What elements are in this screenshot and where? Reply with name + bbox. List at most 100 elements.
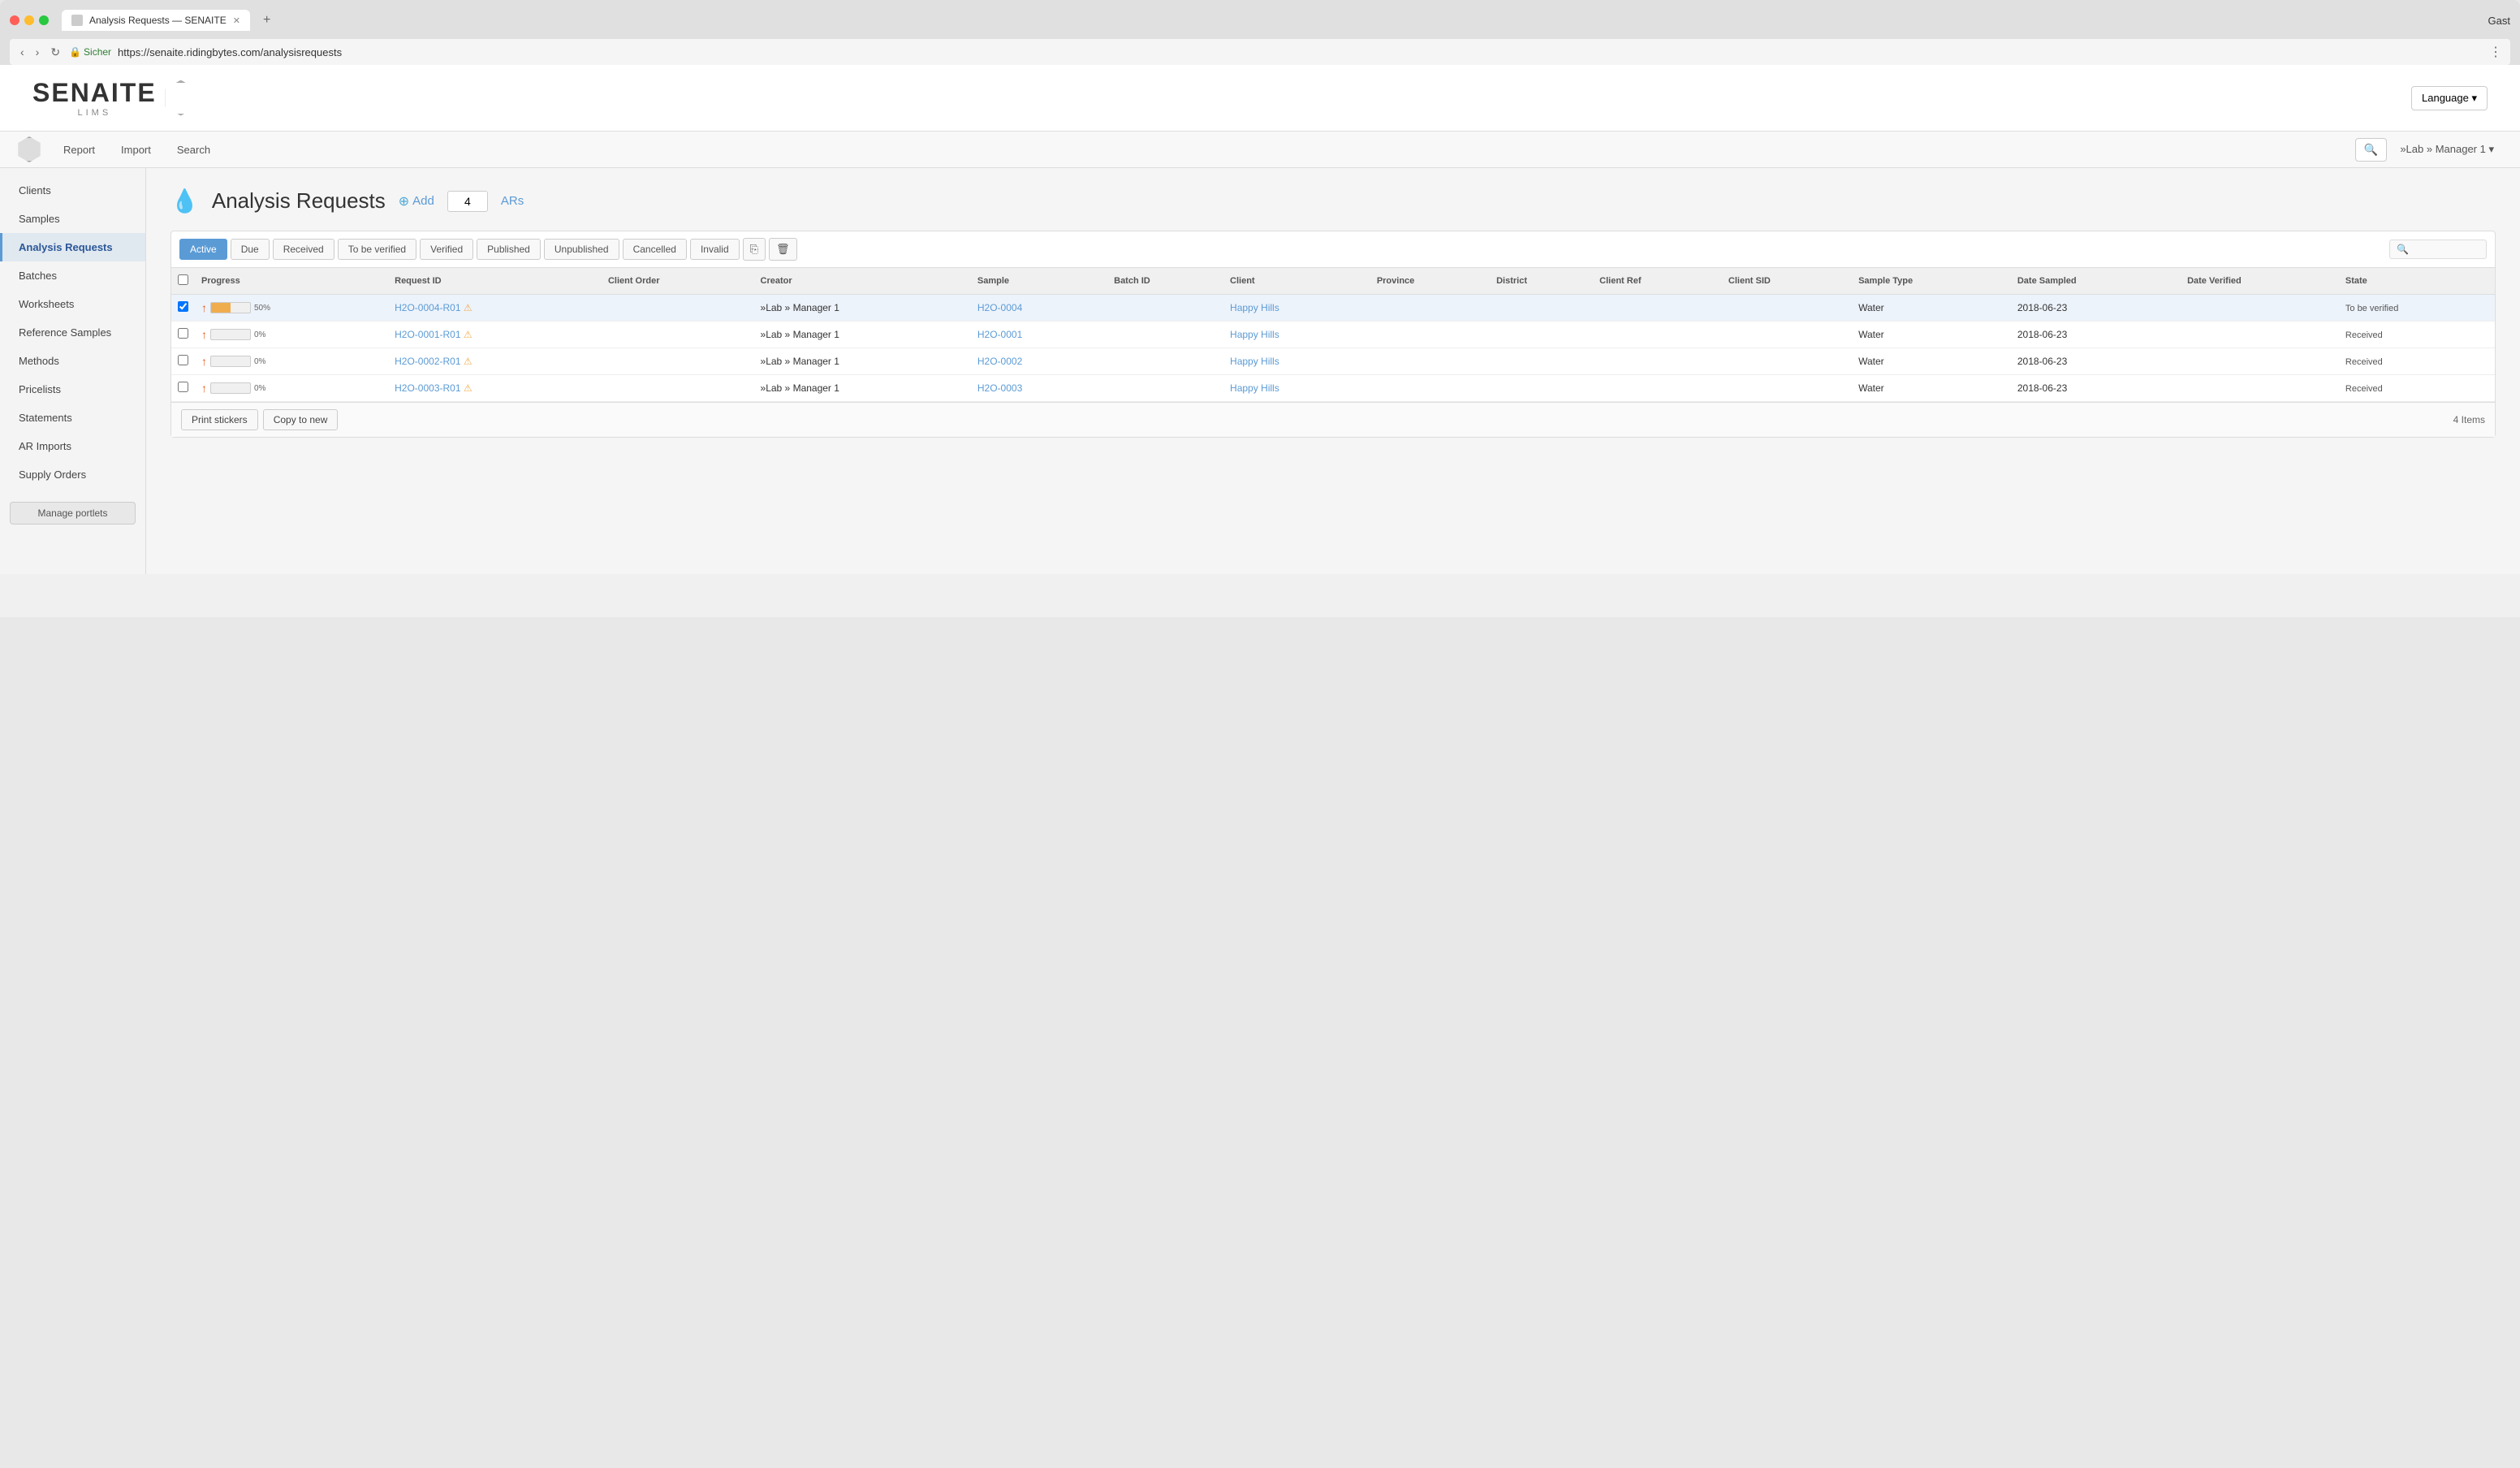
nav-user-menu[interactable]: »Lab » Manager 1 ▾ — [2390, 138, 2504, 161]
tab-received[interactable]: Received — [273, 239, 334, 260]
col-client-sid: Client SID — [1722, 268, 1852, 295]
priority-icon: ↑ — [201, 301, 207, 314]
sidebar-item-worksheets[interactable]: Worksheets — [0, 290, 145, 318]
sample-link[interactable]: H2O-0002 — [977, 356, 1022, 367]
select-all-header[interactable] — [171, 268, 195, 295]
row-checkbox-3[interactable] — [178, 382, 188, 392]
main-layout: Clients Samples Analysis Requests Batche… — [0, 168, 2520, 574]
row-province-cell — [1370, 375, 1490, 402]
page-title: Analysis Requests — [212, 188, 386, 214]
row-batch-id-cell — [1107, 295, 1223, 322]
sample-link[interactable]: H2O-0001 — [977, 329, 1022, 340]
copy-to-new-btn[interactable]: Copy to new — [263, 409, 339, 430]
client-link[interactable]: Happy Hills — [1230, 329, 1279, 340]
print-stickers-btn[interactable]: Print stickers — [181, 409, 258, 430]
sidebar-item-methods[interactable]: Methods — [0, 347, 145, 375]
row-date-sampled-cell: 2018-06-23 — [2011, 295, 2181, 322]
row-request-id-cell: H2O-0004-R01 ⚠ — [388, 295, 602, 322]
progress-bar-outer — [210, 329, 251, 340]
row-client-order-cell — [602, 375, 754, 402]
row-progress-cell: ↑ 0% — [195, 348, 388, 375]
maximize-window-btn[interactable] — [39, 15, 49, 25]
select-all-checkbox[interactable] — [178, 274, 188, 285]
sidebar-item-ar-imports[interactable]: AR Imports — [0, 432, 145, 460]
logo-area: SENAITE LIMS — [32, 78, 199, 118]
ar-count-input[interactable] — [447, 191, 488, 212]
sidebar-item-batches[interactable]: Batches — [0, 261, 145, 290]
reload-btn[interactable]: ↻ — [48, 45, 63, 59]
browser-menu-icon[interactable]: ⋮ — [2489, 44, 2502, 60]
row-checkbox-1[interactable] — [178, 328, 188, 339]
secure-label: Sicher — [84, 46, 111, 58]
request-id-link[interactable]: H2O-0003-R01 — [395, 382, 460, 394]
client-link[interactable]: Happy Hills — [1230, 302, 1279, 313]
tab-to-be-verified[interactable]: To be verified — [338, 239, 416, 260]
url-text[interactable]: https://senaite.ridingbytes.com/analysis… — [118, 46, 342, 58]
client-link[interactable]: Happy Hills — [1230, 382, 1279, 394]
request-id-link[interactable]: H2O-0002-R01 — [395, 356, 460, 367]
row-client-cell: Happy Hills — [1223, 322, 1370, 348]
row-sample-type-cell: Water — [1852, 348, 2011, 375]
row-state-cell: To be verified — [2339, 295, 2495, 322]
close-window-btn[interactable] — [10, 15, 19, 25]
tab-invalid[interactable]: Invalid — [690, 239, 740, 260]
sidebar-item-clients[interactable]: Clients — [0, 176, 145, 205]
sidebar-item-samples[interactable]: Samples — [0, 205, 145, 233]
browser-tab[interactable]: Analysis Requests — SENAITE ✕ — [62, 10, 250, 31]
tab-close-icon[interactable]: ✕ — [233, 15, 240, 26]
sample-link[interactable]: H2O-0003 — [977, 382, 1022, 394]
new-tab-btn[interactable]: + — [257, 8, 277, 32]
manage-portlets-btn[interactable]: Manage portlets — [10, 502, 136, 525]
lock-icon: 🔒 — [69, 46, 81, 58]
sidebar-item-reference-samples[interactable]: Reference Samples — [0, 318, 145, 347]
col-client-order: Client Order — [602, 268, 754, 295]
copy-icon-btn[interactable]: ⎘ — [743, 238, 766, 261]
row-checkbox-cell[interactable] — [171, 295, 195, 322]
row-checkbox-cell[interactable] — [171, 322, 195, 348]
row-request-id-cell: H2O-0001-R01 ⚠ — [388, 322, 602, 348]
language-btn[interactable]: Language ▾ — [2411, 86, 2488, 110]
col-sample: Sample — [971, 268, 1107, 295]
tab-unpublished[interactable]: Unpublished — [544, 239, 619, 260]
row-province-cell — [1370, 348, 1490, 375]
row-checkbox-cell[interactable] — [171, 348, 195, 375]
row-province-cell — [1370, 295, 1490, 322]
add-btn[interactable]: ⊕ Add — [399, 193, 434, 209]
tab-title: Analysis Requests — SENAITE — [89, 15, 227, 26]
nav-import-link[interactable]: Import — [110, 139, 162, 161]
row-date-verified-cell — [2181, 295, 2339, 322]
items-count: 4 Items — [2453, 414, 2485, 425]
tab-active[interactable]: Active — [179, 239, 227, 260]
sample-link[interactable]: H2O-0004 — [977, 302, 1022, 313]
row-state-cell: Received — [2339, 375, 2495, 402]
table-search-input[interactable] — [2389, 240, 2487, 259]
client-link[interactable]: Happy Hills — [1230, 356, 1279, 367]
tab-verified[interactable]: Verified — [420, 239, 473, 260]
row-checkbox-0[interactable] — [178, 301, 188, 312]
table-row: ↑ 0% H2O-0003-R01 ⚠ »Lab » Manager 1 H2O… — [171, 375, 2495, 402]
minimize-window-btn[interactable] — [24, 15, 34, 25]
forward-btn[interactable]: › — [33, 45, 42, 58]
sidebar-item-supply-orders[interactable]: Supply Orders — [0, 460, 145, 489]
sidebar-item-statements[interactable]: Statements — [0, 404, 145, 432]
nav-search-link[interactable]: Search — [166, 139, 222, 161]
tab-published[interactable]: Published — [477, 239, 541, 260]
row-client-sid-cell — [1722, 295, 1852, 322]
nav-report-link[interactable]: Report — [52, 139, 106, 161]
tab-due[interactable]: Due — [231, 239, 270, 260]
delete-icon-btn[interactable]: 🗑 — [769, 238, 797, 261]
sidebar-item-pricelists[interactable]: Pricelists — [0, 375, 145, 404]
table-container: Active Due Received To be verified Verif… — [170, 231, 2496, 438]
sidebar-item-analysis-requests[interactable]: Analysis Requests — [0, 233, 145, 261]
col-sample-type: Sample Type — [1852, 268, 2011, 295]
search-icon-btn[interactable]: 🔍 — [2355, 138, 2387, 162]
page-title-row: 💧 Analysis Requests ⊕ Add ARs — [170, 188, 2496, 214]
row-checkbox-cell[interactable] — [171, 375, 195, 402]
row-checkbox-2[interactable] — [178, 355, 188, 365]
tab-cancelled[interactable]: Cancelled — [623, 239, 687, 260]
back-btn[interactable]: ‹ — [18, 45, 27, 58]
request-id-link[interactable]: H2O-0001-R01 — [395, 329, 460, 340]
ars-link[interactable]: ARs — [501, 194, 524, 208]
row-client-ref-cell — [1593, 322, 1722, 348]
request-id-link[interactable]: H2O-0004-R01 — [395, 302, 460, 313]
